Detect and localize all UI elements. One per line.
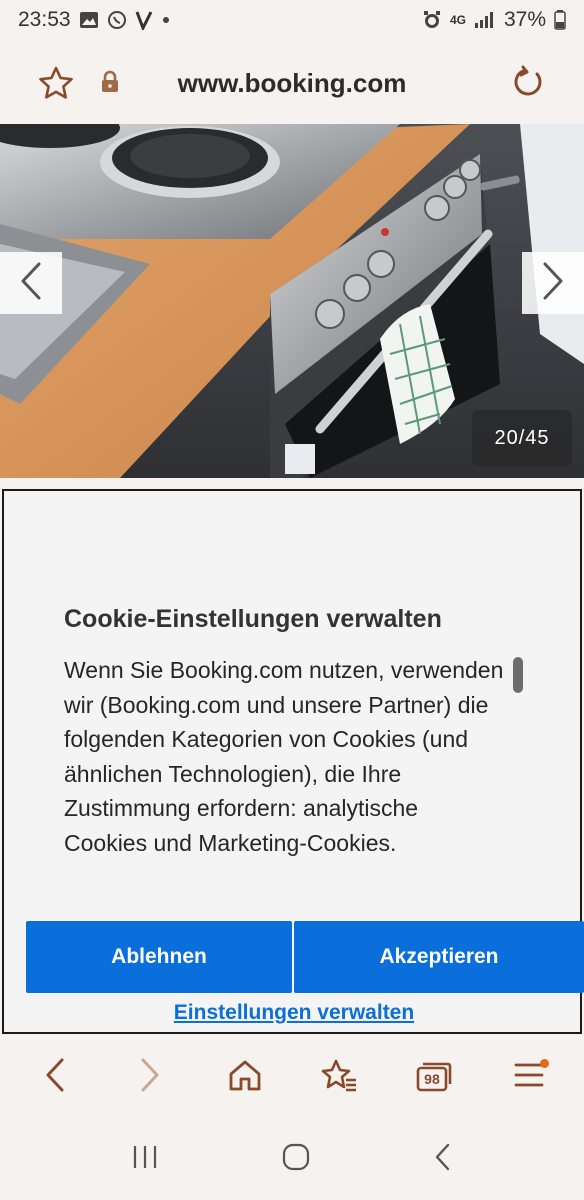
back-icon <box>44 1057 66 1098</box>
bookmarks-icon <box>320 1058 358 1097</box>
network-type: 4G <box>449 13 466 27</box>
status-bar: 23:53 4G 37% <box>0 0 584 40</box>
battery-percent: 37% <box>503 8 546 31</box>
url-text[interactable]: www.booking.com <box>0 68 584 99</box>
property-photo[interactable]: 20/45 <box>0 124 584 478</box>
gallery-notification-icon <box>79 11 99 29</box>
star-icon[interactable] <box>38 66 74 105</box>
forward-icon <box>139 1057 161 1098</box>
cookie-dialog: Cookie-Einstellungen verwalten Wenn Sie … <box>2 489 584 1034</box>
menu-button[interactable] <box>499 1047 559 1107</box>
dialog-body-text: Wenn Sie Booking.com nutzen, verwenden w… <box>64 657 504 856</box>
tabs-button[interactable]: 98 <box>404 1047 464 1107</box>
reload-icon[interactable] <box>510 64 546 105</box>
alarm-icon <box>422 10 442 30</box>
gallery-prev-button[interactable] <box>0 252 62 314</box>
manage-settings-link[interactable]: Einstellungen verwalten <box>4 1001 584 1025</box>
chevron-left-icon <box>19 261 43 306</box>
menu-icon <box>514 1061 544 1094</box>
accept-button[interactable]: Akzeptieren <box>294 921 584 993</box>
tabs-icon: 98 <box>416 1062 452 1092</box>
home-system-icon[interactable] <box>281 1142 311 1177</box>
browser-toolbar: 98 <box>0 1036 584 1118</box>
forward-button[interactable] <box>120 1047 180 1107</box>
system-navigation-bar <box>0 1118 584 1200</box>
dialog-title: Cookie-Einstellungen verwalten <box>64 605 442 633</box>
status-time: 23:53 <box>18 8 71 31</box>
reject-button[interactable]: Ablehnen <box>26 921 292 993</box>
bookmarks-button[interactable] <box>309 1047 369 1107</box>
more-notifications-dot-icon <box>161 15 171 25</box>
chevron-right-icon <box>541 261 565 306</box>
viber-notification-icon <box>107 10 127 30</box>
system-back-icon[interactable] <box>433 1142 453 1177</box>
home-icon <box>227 1058 263 1097</box>
url-bar: www.booking.com <box>0 40 584 124</box>
battery-icon <box>554 10 566 30</box>
back-button[interactable] <box>25 1047 85 1107</box>
recent-apps-icon[interactable] <box>131 1144 159 1175</box>
tabs-count: 98 <box>424 1071 440 1087</box>
home-button[interactable] <box>215 1047 275 1107</box>
notification-dot-icon <box>539 1059 549 1068</box>
photo-counter: 20/45 <box>472 410 572 466</box>
signal-icon <box>474 11 496 29</box>
gallery-next-button[interactable] <box>522 252 584 314</box>
lock-icon[interactable] <box>100 70 120 99</box>
vpn-notification-icon <box>135 10 153 30</box>
dialog-scrollbar[interactable] <box>513 657 523 693</box>
